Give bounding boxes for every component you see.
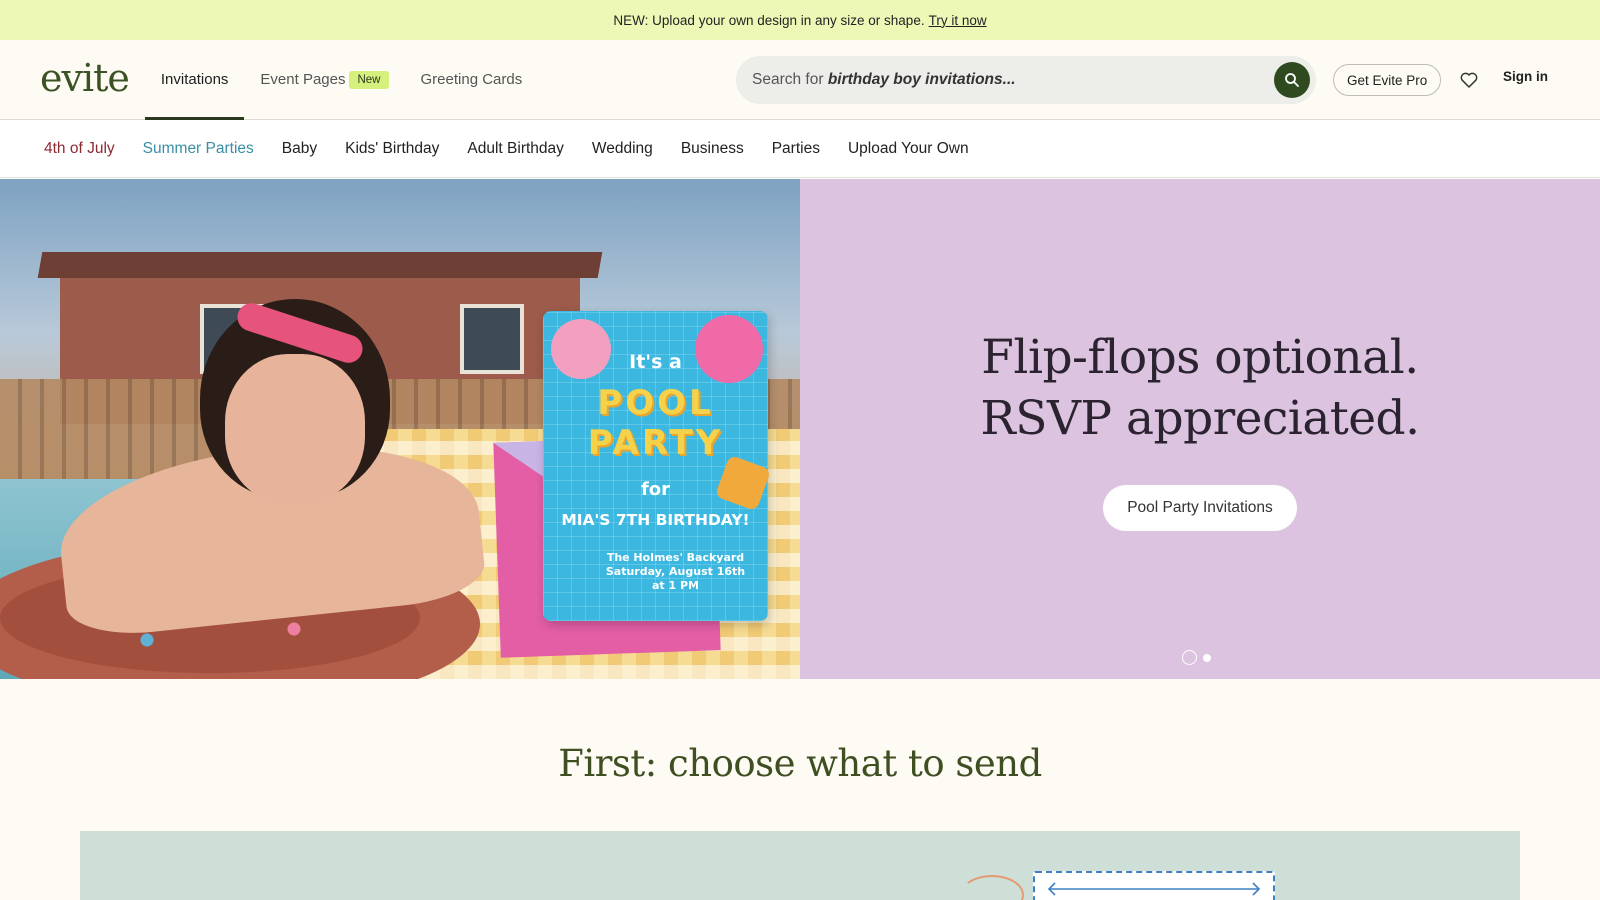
- search-button[interactable]: [1274, 62, 1310, 98]
- category-parties[interactable]: Parties: [772, 140, 820, 158]
- tab-label: Event Pages: [260, 71, 346, 88]
- choose-panel: [80, 831, 1520, 900]
- sign-in-link[interactable]: Sign in: [1503, 69, 1548, 84]
- site-header: evite Invitations Event Pages New Greeti…: [0, 40, 1600, 120]
- search-input[interactable]: Search for birthday boy invitations...: [736, 56, 1316, 104]
- card-line: at 1 PM: [651, 578, 699, 592]
- tab-invitations[interactable]: Invitations: [144, 40, 245, 120]
- section-title: First: choose what to send: [558, 742, 1042, 785]
- category-upload-your-own[interactable]: Upload Your Own: [848, 140, 969, 158]
- hero-title-line: RSVP appreciated.: [980, 391, 1420, 447]
- category-kids-birthday[interactable]: Kids' Birthday: [345, 140, 439, 158]
- tab-label: Invitations: [160, 71, 229, 88]
- category-nav: 4th of July Summer Parties Baby Kids' Bi…: [0, 120, 1600, 178]
- category-business[interactable]: Business: [681, 140, 744, 158]
- card-line: The Holmes' Backyard: [606, 551, 745, 564]
- swirl-decoration: [960, 875, 1024, 900]
- card-line: POOL: [597, 383, 714, 423]
- card-line: for: [640, 479, 671, 500]
- category-adult-birthday[interactable]: Adult Birthday: [467, 140, 564, 158]
- carousel-dots: [1182, 650, 1211, 665]
- card-details: The Holmes' Backyard Saturday, August 16…: [583, 551, 768, 592]
- pool-party-invitations-button[interactable]: Pool Party Invitations: [1103, 485, 1297, 532]
- carousel-dot-1[interactable]: [1182, 650, 1197, 665]
- resize-arrow-icon: [1047, 882, 1261, 896]
- search-example: birthday boy invitations...: [827, 71, 1016, 88]
- search-prefix: Search for: [752, 71, 824, 88]
- hero-banner: It's a POOL PARTY for MIA'S 7TH BIRTHDAY…: [0, 179, 1600, 679]
- try-it-now-link[interactable]: Try it now: [929, 13, 987, 28]
- hero-title: Flip-flops optional. RSVP appreciated.: [980, 327, 1420, 449]
- tab-event-pages[interactable]: Event Pages New: [244, 40, 404, 119]
- announcement-bar: NEW: Upload your own design in any size …: [0, 0, 1600, 40]
- card-line: MIA'S 7TH BIRTHDAY!: [561, 511, 750, 529]
- card-line: It's a: [629, 351, 682, 373]
- category-4th-of-july[interactable]: 4th of July: [44, 140, 115, 158]
- card-line: Saturday, August 16th: [605, 564, 746, 578]
- category-wedding[interactable]: Wedding: [592, 140, 653, 158]
- pool-party-invitation-card: It's a POOL PARTY for MIA'S 7TH BIRTHDAY…: [543, 311, 772, 621]
- get-evite-pro-button[interactable]: Get Evite Pro: [1333, 64, 1442, 96]
- upload-design-illustration: [1033, 871, 1275, 900]
- main-nav: Invitations Event Pages New Greeting Car…: [144, 40, 539, 120]
- category-baby[interactable]: Baby: [282, 140, 317, 158]
- card-line: PARTY: [587, 423, 724, 463]
- heart-icon[interactable]: [1459, 70, 1479, 90]
- search-icon: [1285, 73, 1299, 87]
- evite-logo[interactable]: evite: [40, 59, 130, 97]
- carousel-dot-2[interactable]: [1203, 653, 1211, 662]
- new-badge: New: [349, 70, 389, 89]
- girl-face: [225, 354, 365, 504]
- tab-greeting-cards[interactable]: Greeting Cards: [405, 40, 539, 119]
- hero-title-line: Flip-flops optional.: [981, 330, 1419, 385]
- category-summer-parties[interactable]: Summer Parties: [143, 140, 254, 158]
- hero-image[interactable]: It's a POOL PARTY for MIA'S 7TH BIRTHDAY…: [0, 179, 800, 679]
- announcement-text: NEW: Upload your own design in any size …: [613, 12, 925, 28]
- hero-text-panel: Flip-flops optional. RSVP appreciated. P…: [800, 179, 1600, 679]
- window: [460, 304, 524, 374]
- tab-label: Greeting Cards: [420, 71, 523, 88]
- search-placeholder: Search for birthday boy invitations...: [752, 71, 1274, 89]
